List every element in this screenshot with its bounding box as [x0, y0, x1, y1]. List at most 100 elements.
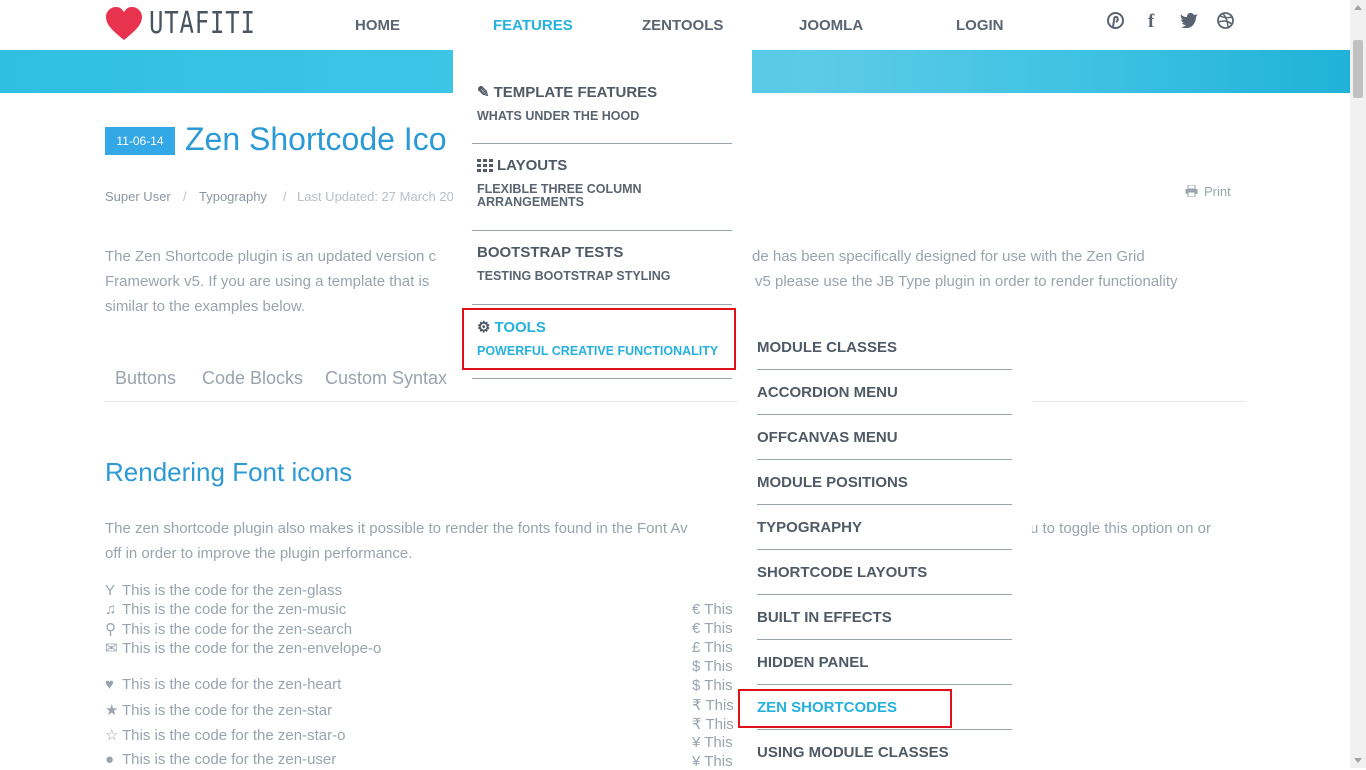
- intro-text: The Zen Shortcode plugin is an updated v…: [105, 248, 437, 265]
- yen-icon: ¥: [692, 734, 701, 751]
- section-text: u to toggle this option on or: [1030, 520, 1211, 537]
- tab-custom-syntax[interactable]: Custom Syntax: [325, 368, 447, 389]
- list-item-text: This: [704, 734, 733, 751]
- submenu-item-built-in-effects[interactable]: BUILT IN EFFECTS: [757, 609, 892, 626]
- submenu-item-typography[interactable]: TYPOGRAPHY: [757, 519, 862, 536]
- highlight-box-tools: [462, 308, 736, 370]
- menu-divider: [757, 639, 1012, 640]
- list-item-text: This: [704, 658, 733, 675]
- scrollbar-thumb[interactable]: [1353, 40, 1363, 98]
- user-icon: ●: [105, 751, 115, 768]
- pound-icon: £: [692, 639, 701, 656]
- site-logo[interactable]: UTAFITI: [105, 6, 282, 41]
- list-item-text: This: [704, 639, 733, 656]
- list-item: £ This: [692, 639, 733, 656]
- dribbble-icon[interactable]: [1217, 12, 1234, 34]
- menu-item-title: LAYOUTS: [497, 157, 568, 174]
- glass-icon: Y: [105, 582, 116, 599]
- tab-buttons[interactable]: Buttons: [115, 368, 176, 389]
- facebook-icon[interactable]: f: [1148, 11, 1154, 33]
- list-item: ★ This is the code for the zen-star: [105, 701, 332, 719]
- list-item: $ This: [692, 658, 733, 675]
- list-item: ¥ This: [692, 753, 733, 770]
- nav-features[interactable]: FEATURES: [493, 17, 573, 34]
- site-header: UTAFITI HOME FEATURES ZENTOOLS JOOMLA LO…: [0, 0, 1350, 50]
- list-item-text: This: [705, 697, 734, 714]
- meta-separator: /: [283, 189, 287, 204]
- intro-text: similar to the examples below.: [105, 298, 306, 315]
- submenu-item-using-module-classes[interactable]: USING MODULE CLASSES: [757, 744, 949, 761]
- heart-icon: [106, 6, 142, 40]
- menu-item-layouts[interactable]: LAYOUTS FLEXIBLE THREE COLUMN ARRANGEMEN…: [477, 157, 732, 209]
- twitter-icon[interactable]: [1180, 12, 1198, 33]
- menu-item-bootstrap-tests[interactable]: BOOTSTRAP TESTS TESTING BOOTSTRAP STYLIN…: [477, 244, 732, 283]
- search-icon: ⚲: [105, 621, 116, 638]
- envelope-icon: ✉: [105, 640, 118, 657]
- nav-login[interactable]: LOGIN: [956, 17, 1004, 34]
- nav-home[interactable]: HOME: [355, 17, 400, 34]
- intro-text: de has been specifically designed for us…: [752, 248, 1145, 265]
- euro-icon: €: [692, 601, 701, 618]
- author-link[interactable]: Super User: [105, 189, 171, 204]
- list-item-text: This: [704, 677, 733, 694]
- menu-item-title: TEMPLATE FEATURES: [493, 83, 658, 101]
- nav-zentools[interactable]: ZENTOOLS: [642, 17, 723, 34]
- submenu-item-shortcode-layouts[interactable]: SHORTCODE LAYOUTS: [757, 564, 927, 581]
- th-icon: [477, 159, 493, 172]
- highlight-box-zen-shortcodes: [738, 689, 952, 728]
- list-item-text: This: [704, 601, 733, 618]
- tab-code-blocks[interactable]: Code Blocks: [202, 368, 303, 389]
- list-item-text: This is the code for the zen-star: [122, 702, 333, 719]
- menu-divider: [472, 230, 732, 231]
- menu-divider: [472, 378, 732, 379]
- rupee-icon: ₹: [692, 697, 702, 714]
- meta-separator: /: [183, 189, 187, 204]
- tabs-divider: [105, 401, 1246, 402]
- menu-divider: [472, 143, 732, 144]
- menu-divider: [757, 594, 1012, 595]
- list-item: € This: [692, 601, 733, 618]
- music-icon: ♫: [105, 601, 117, 618]
- intro-text: Framework v5. If you are using a templat…: [105, 273, 430, 290]
- menu-divider: [472, 304, 732, 305]
- menu-item-subtitle: WHATS UNDER THE HOOD: [477, 109, 640, 123]
- submenu-item-hidden-panel[interactable]: HIDDEN PANEL: [757, 654, 868, 671]
- list-item: ₹ This: [692, 696, 734, 714]
- list-item-text: This is the code for the zen-envelope-o: [122, 640, 382, 657]
- menu-divider: [757, 459, 1012, 460]
- list-item: ₹ This: [692, 715, 734, 733]
- section-text: off in order to improve the plugin perfo…: [105, 545, 413, 562]
- menu-divider: [757, 504, 1012, 505]
- star-icon: ★: [105, 702, 119, 719]
- menu-item-title: BOOTSTRAP TESTS: [477, 244, 624, 261]
- pinterest-icon[interactable]: [1107, 12, 1124, 34]
- intro-text: v5 please use the JB Type plugin in orde…: [755, 273, 1178, 290]
- list-item: Y This is the code for the zen-glass: [105, 582, 342, 599]
- scroll-up-icon[interactable]: [1354, 5, 1362, 10]
- menu-divider: [757, 729, 1012, 730]
- list-item-text: This is the code for the zen-glass: [122, 582, 343, 599]
- print-button[interactable]: Print: [1185, 184, 1231, 199]
- list-item: ✉ This is the code for the zen-envelope-o: [105, 639, 381, 657]
- section-text: The zen shortcode plugin also makes it p…: [105, 520, 688, 537]
- list-item: $ This: [692, 677, 733, 694]
- last-updated: Last Updated: 27 March 20: [297, 189, 454, 204]
- submenu-item-module-positions[interactable]: MODULE POSITIONS: [757, 474, 908, 491]
- scroll-down-icon[interactable]: [1354, 758, 1362, 763]
- submenu-item-accordion-menu[interactable]: ACCORDION MENU: [757, 384, 898, 401]
- submenu-item-offcanvas-menu[interactable]: OFFCANVAS MENU: [757, 429, 898, 446]
- heart-icon: ♥: [105, 676, 114, 693]
- menu-divider: [757, 549, 1012, 550]
- menu-divider: [757, 684, 1012, 685]
- menu-item-template-features[interactable]: ✎ TEMPLATE FEATURES WHATS UNDER THE HOOD: [477, 83, 732, 123]
- nav-joomla[interactable]: JOOMLA: [799, 17, 863, 34]
- list-item: ¥ This: [692, 734, 733, 751]
- submenu-item-module-classes[interactable]: MODULE CLASSES: [757, 339, 897, 356]
- menu-divider: [757, 369, 1012, 370]
- euro-icon: €: [692, 620, 701, 637]
- pencil-icon: ✎: [477, 84, 490, 101]
- page-scrollbar[interactable]: [1350, 0, 1366, 768]
- category-link[interactable]: Typography: [199, 189, 267, 204]
- star-o-icon: ☆: [105, 727, 119, 744]
- menu-item-subtitle: TESTING BOOTSTRAP STYLING: [477, 269, 671, 283]
